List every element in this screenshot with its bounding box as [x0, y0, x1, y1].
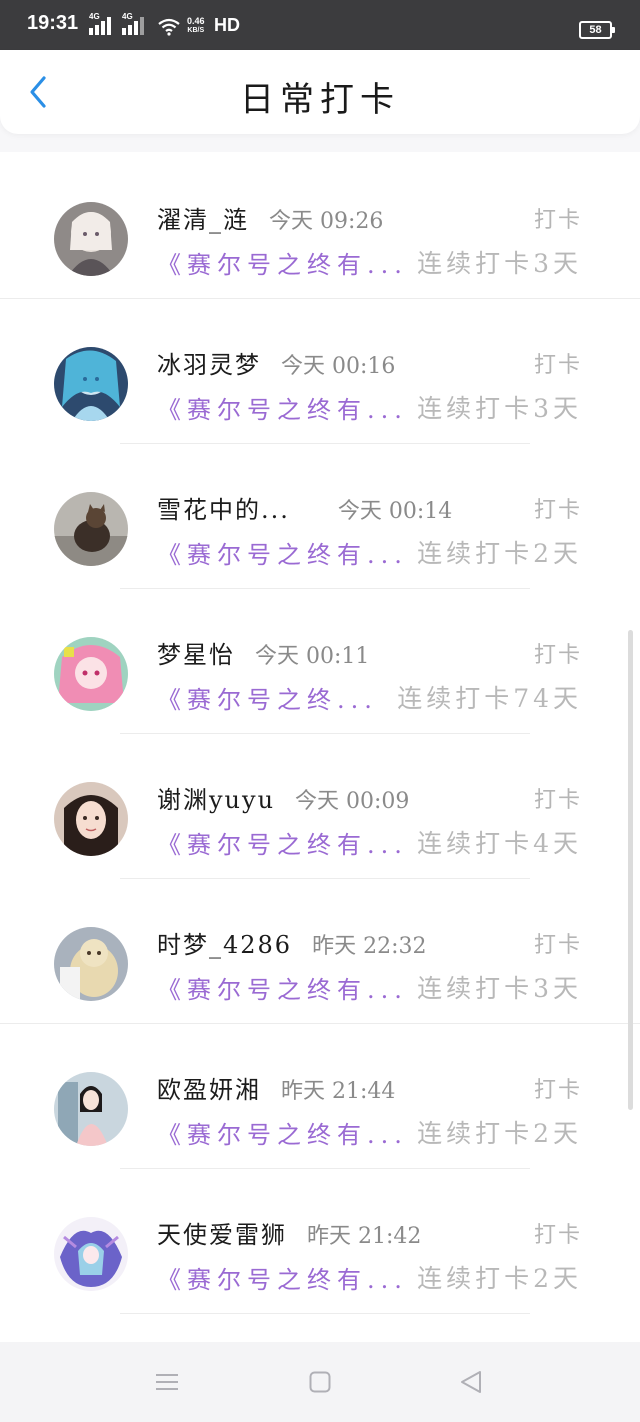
checkin-label: 打卡 — [533, 498, 582, 523]
user-name[interactable]: 谢渊yuyu — [157, 780, 275, 815]
streak-count: 连续打卡2天 — [417, 539, 582, 568]
checkin-time: 昨天 21:44 — [281, 1079, 396, 1104]
avatar[interactable] — [54, 492, 128, 566]
home-button[interactable] — [300, 1366, 340, 1398]
user-name[interactable]: 冰羽灵梦 — [157, 345, 261, 380]
user-name[interactable]: 濯清_涟 — [157, 200, 249, 235]
signal-icon — [89, 17, 111, 35]
network-speed: 0.46 KB/S — [187, 17, 205, 35]
book-title[interactable]: 《赛尔号之终有... — [157, 825, 408, 860]
battery-icon: 58 — [579, 21, 615, 39]
checkin-time: 今天 09:26 — [269, 209, 384, 234]
name-line: 濯清_涟 今天 09:26 — [157, 200, 383, 235]
hd-indicator: HD — [214, 15, 240, 35]
streak-count: 连续打卡3天 — [417, 249, 582, 278]
user-name[interactable]: 雪花中的... — [157, 490, 290, 525]
user-name[interactable]: 时梦_4286 — [157, 925, 292, 960]
streak-count: 连续打卡3天 — [417, 974, 582, 1003]
list-item[interactable]: 冰羽灵梦 今天 00:16 打卡 《赛尔号之终有... 连续打卡3天 — [0, 297, 640, 442]
user-name[interactable]: 梦星怡 — [157, 635, 235, 670]
avatar[interactable] — [54, 1217, 128, 1291]
checkin-time: 今天 00:14 — [337, 499, 453, 524]
page-title: 日常打卡 — [240, 80, 400, 120]
checkin-label: 打卡 — [533, 208, 582, 233]
streak-count: 连续打卡74天 — [397, 684, 582, 713]
wifi-icon — [158, 18, 180, 36]
book-title[interactable]: 《赛尔号之终... — [157, 680, 378, 715]
checkin-label: 打卡 — [533, 1078, 582, 1103]
speed-value: 0.46 — [187, 16, 205, 26]
divider — [120, 1313, 530, 1314]
streak-count: 连续打卡2天 — [417, 1264, 582, 1293]
name-line: 梦星怡 今天 00:11 — [157, 635, 369, 670]
checkin-list: 濯清_涟 今天 09:26 打卡 《赛尔号之终有... 连续打卡3天 冰羽灵梦 … — [0, 152, 640, 1342]
signal-icon — [122, 17, 144, 35]
home-square-icon — [309, 1371, 331, 1393]
list-item[interactable]: 天使爱雷狮 昨天 21:42 打卡 《赛尔号之终有... 连续打卡2天 — [0, 1167, 640, 1312]
list-item[interactable]: 欧盈妍湘 昨天 21:44 打卡 《赛尔号之终有... 连续打卡2天 — [0, 1022, 640, 1167]
user-name[interactable]: 欧盈妍湘 — [157, 1070, 261, 1105]
streak-count: 连续打卡2天 — [417, 1119, 582, 1148]
avatar[interactable] — [54, 347, 128, 421]
app-header: 日常打卡 — [0, 50, 640, 134]
checkin-time: 昨天 21:42 — [307, 1224, 422, 1249]
checkin-label: 打卡 — [533, 933, 582, 958]
avatar[interactable] — [54, 1072, 128, 1146]
name-line: 谢渊yuyu 今天 00:09 — [157, 780, 409, 815]
menu-button[interactable] — [147, 1366, 187, 1398]
list-item[interactable]: 雪花中的... 今天 00:14 打卡 《赛尔号之终有... 连续打卡2天 — [0, 442, 640, 587]
status-time: 19:31 — [27, 12, 79, 34]
avatar[interactable] — [54, 927, 128, 1001]
checkin-time: 今天 00:16 — [281, 354, 396, 379]
avatar[interactable] — [54, 637, 128, 711]
back-nav-button[interactable] — [451, 1366, 491, 1398]
list-item[interactable]: 谢渊yuyu 今天 00:09 打卡 《赛尔号之终有... 连续打卡4天 — [0, 732, 640, 877]
checkin-time: 今天 00:11 — [255, 644, 370, 669]
battery-level: 58 — [589, 24, 602, 36]
list-item[interactable]: 梦星怡 今天 00:11 打卡 《赛尔号之终... 连续打卡74天 — [0, 587, 640, 732]
name-line: 冰羽灵梦 今天 00:16 — [157, 345, 395, 380]
name-line: 雪花中的... 今天 00:14 — [157, 490, 452, 525]
book-title[interactable]: 《赛尔号之终有... — [157, 245, 408, 280]
checkin-label: 打卡 — [533, 1223, 582, 1248]
checkin-time: 今天 00:09 — [295, 789, 410, 814]
checkin-time: 昨天 22:32 — [312, 934, 427, 959]
book-title[interactable]: 《赛尔号之终有... — [157, 1115, 408, 1150]
user-name[interactable]: 天使爱雷狮 — [157, 1215, 287, 1250]
book-title[interactable]: 《赛尔号之终有... — [157, 535, 408, 570]
checkin-label: 打卡 — [533, 788, 582, 813]
menu-icon — [156, 1374, 178, 1390]
streak-count: 连续打卡3天 — [417, 394, 582, 423]
avatar[interactable] — [54, 202, 128, 276]
book-title[interactable]: 《赛尔号之终有... — [157, 970, 408, 1005]
avatar[interactable] — [54, 782, 128, 856]
status-bar: 19:31 4G 4G 0.46 KB/S HD 58 — [0, 0, 640, 50]
list-item[interactable]: 时梦_4286 昨天 22:32 打卡 《赛尔号之终有... 连续打卡3天 — [0, 877, 640, 1022]
name-line: 欧盈妍湘 昨天 21:44 — [157, 1070, 395, 1105]
name-line: 时梦_4286 昨天 22:32 — [157, 925, 426, 960]
scrollbar[interactable] — [628, 630, 633, 1110]
checkin-label: 打卡 — [533, 643, 582, 668]
streak-count: 连续打卡4天 — [417, 829, 582, 858]
speed-unit: KB/S — [187, 27, 205, 34]
back-triangle-icon — [461, 1371, 481, 1393]
name-line: 天使爱雷狮 昨天 21:42 — [157, 1215, 421, 1250]
system-nav-bar — [0, 1342, 640, 1422]
book-title[interactable]: 《赛尔号之终有... — [157, 1260, 408, 1295]
checkin-label: 打卡 — [533, 353, 582, 378]
book-title[interactable]: 《赛尔号之终有... — [157, 390, 408, 425]
list-item[interactable]: 濯清_涟 今天 09:26 打卡 《赛尔号之终有... 连续打卡3天 — [0, 152, 640, 297]
